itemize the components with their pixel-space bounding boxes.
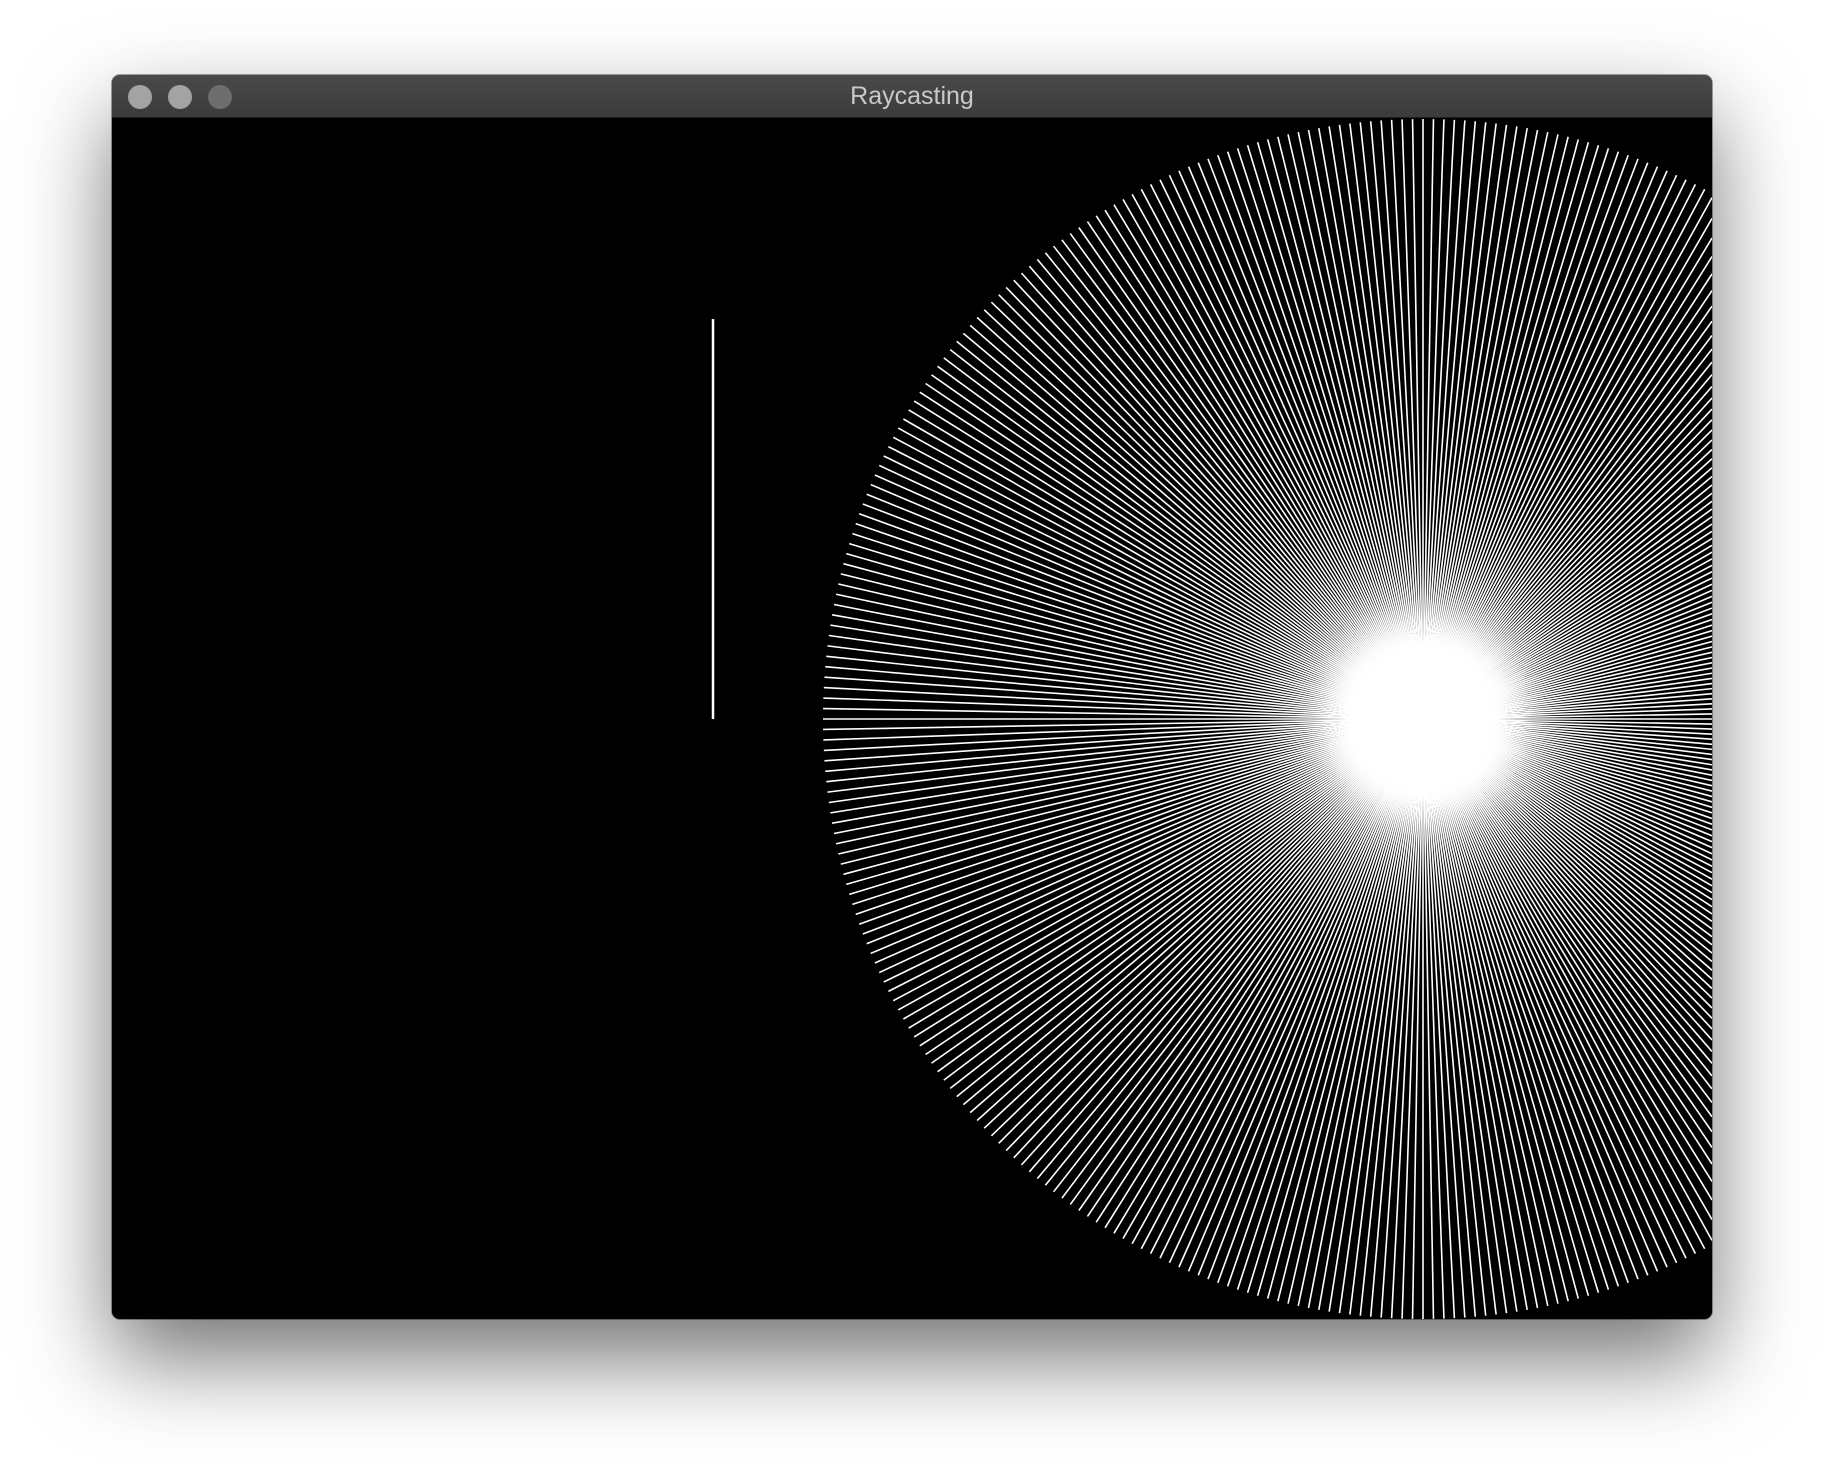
app-window: Raycasting	[112, 75, 1712, 1319]
raycasting-canvas[interactable]	[112, 118, 1712, 1319]
scene-svg	[112, 118, 1712, 1319]
window-title: Raycasting	[850, 82, 974, 110]
title-bar[interactable]: Raycasting	[112, 75, 1712, 118]
light-center	[1381, 677, 1465, 761]
